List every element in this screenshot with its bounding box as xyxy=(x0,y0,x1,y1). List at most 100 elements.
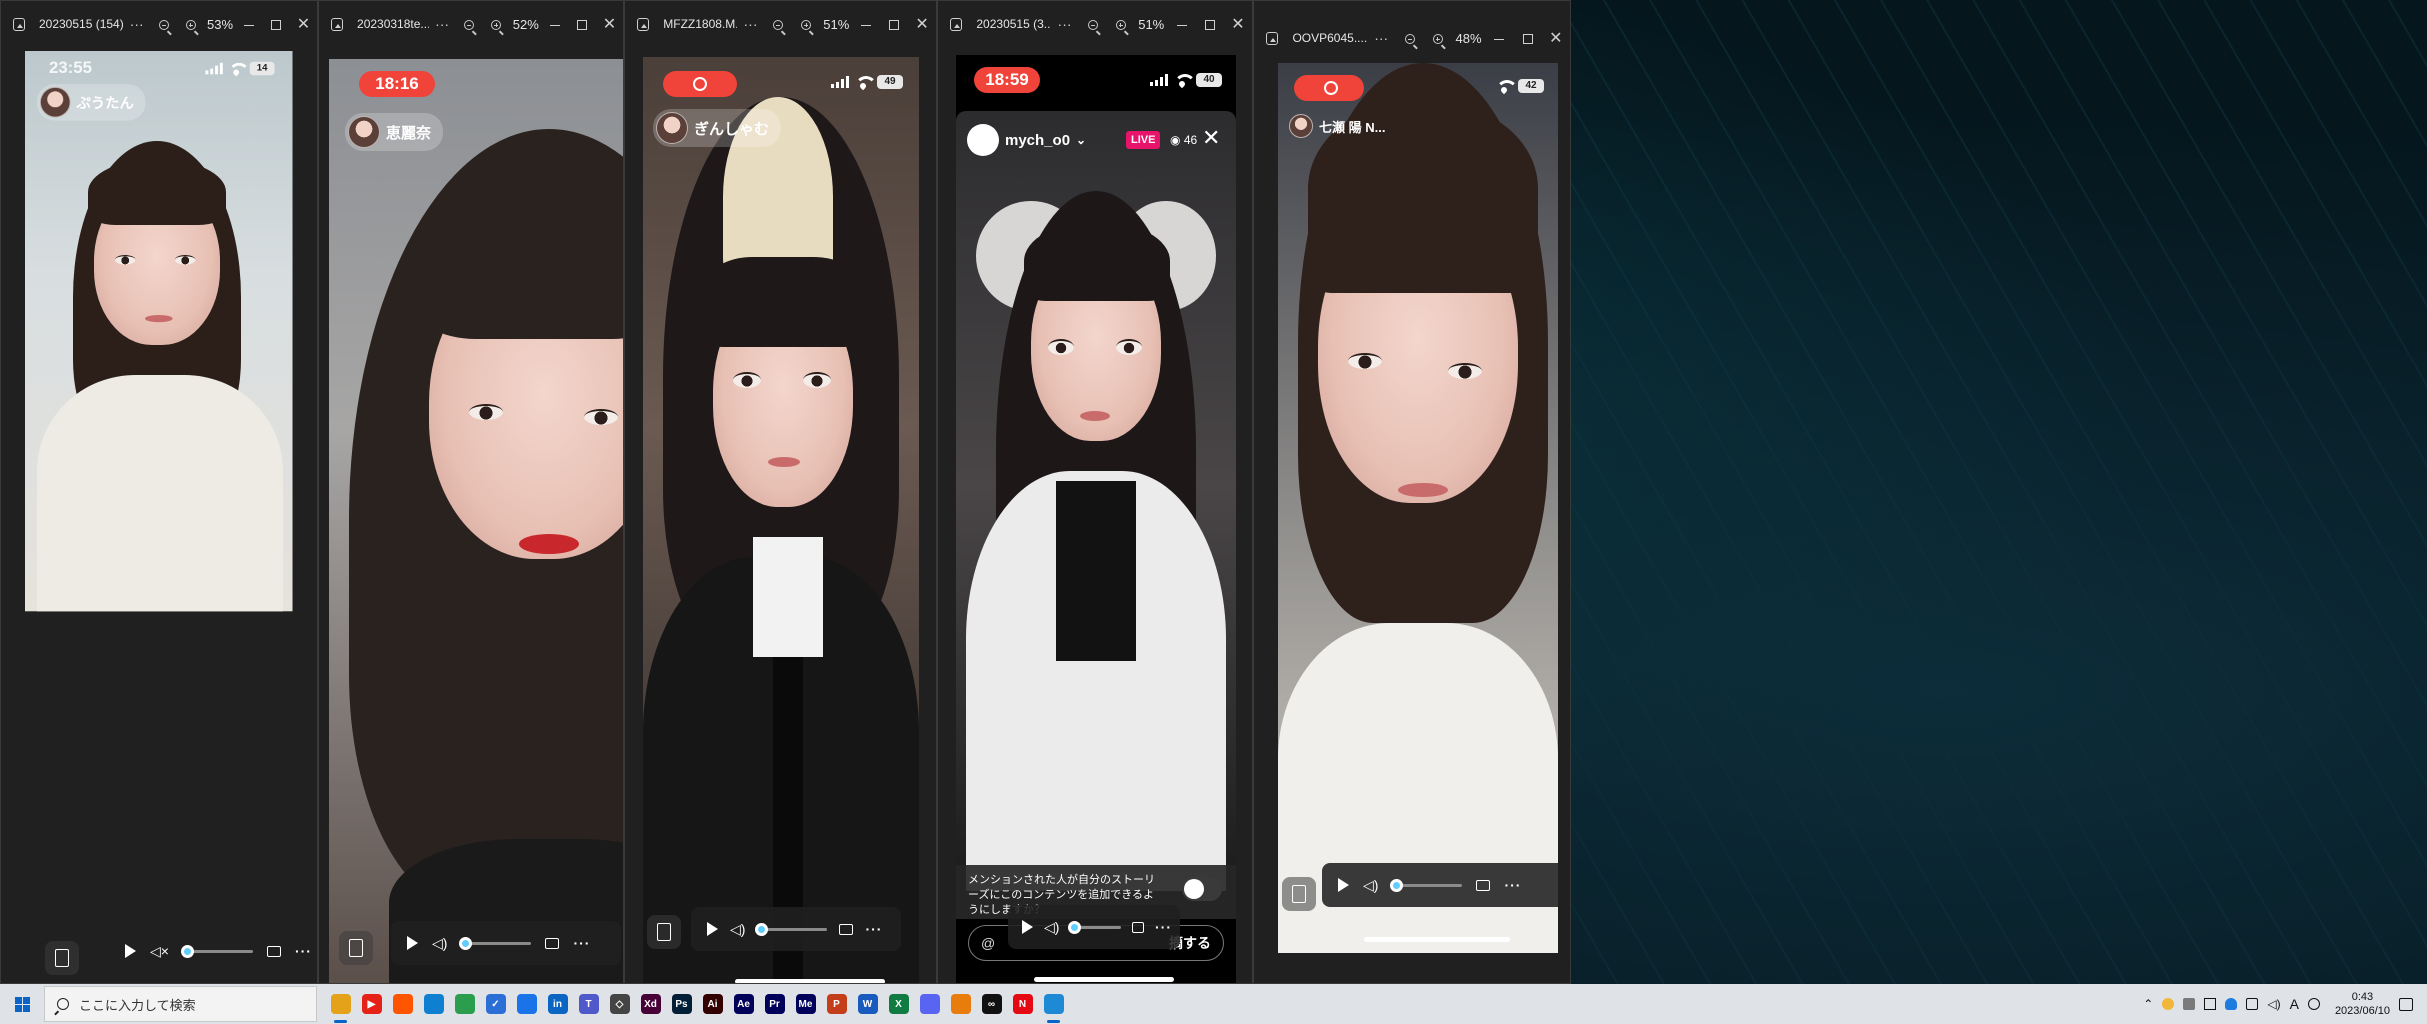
maximize-button[interactable] xyxy=(1196,16,1224,32)
mute-icon[interactable]: ◁× xyxy=(150,943,169,960)
window-titlebar[interactable]: MFZZ1808.M... ··· 51% ✕ xyxy=(625,1,936,47)
more-icon[interactable]: ··· xyxy=(295,943,312,959)
user-chip[interactable]: ぷうたん xyxy=(37,84,146,121)
taskbar-app-soundcloud[interactable] xyxy=(387,984,418,1024)
taskbar-app-chrome[interactable] xyxy=(449,984,480,1024)
window-titlebar[interactable]: 20230515 (154).... ··· 53% ✕ xyxy=(1,1,317,47)
more-options-button[interactable]: ··· xyxy=(1367,30,1395,46)
zoom-out-button[interactable] xyxy=(456,16,483,32)
seek-knob[interactable] xyxy=(1068,920,1082,934)
taskbar-app-premiere[interactable]: Pr xyxy=(759,984,790,1024)
user-chip[interactable]: 七瀬 陽 N... xyxy=(1286,111,1397,141)
taskbar-app-illustrator[interactable]: Ai xyxy=(697,984,728,1024)
chevron-up-icon[interactable]: ⌃ xyxy=(2143,997,2153,1011)
taskbar-app-excel[interactable]: X xyxy=(883,984,914,1024)
taskbar-app-unity[interactable]: ◇ xyxy=(604,984,635,1024)
maximize-button[interactable] xyxy=(569,16,596,32)
zoom-in-button[interactable] xyxy=(483,16,510,32)
playlist-icon[interactable] xyxy=(647,915,681,949)
more-options-button[interactable]: ··· xyxy=(1050,16,1078,32)
taskbar-app-powerpoint[interactable]: P xyxy=(821,984,852,1024)
volume-icon[interactable]: ◁) xyxy=(730,921,745,938)
media-controls[interactable]: ◁× ··· xyxy=(109,929,317,973)
close-button[interactable]: ✕ xyxy=(1542,28,1570,48)
subtitles-icon[interactable] xyxy=(1131,921,1144,933)
network-icon[interactable] xyxy=(2246,998,2259,1010)
photo-viewer-window-3[interactable]: MFZZ1808.M... ··· 51% ✕ 49 ぎん xyxy=(624,0,937,984)
display-icon[interactable] xyxy=(2204,998,2217,1010)
zoom-in-button[interactable] xyxy=(1107,16,1135,32)
taskbar-app-youtube[interactable]: ▶ xyxy=(356,984,387,1024)
more-options-button[interactable]: ··· xyxy=(123,16,150,32)
more-options-button[interactable]: ··· xyxy=(429,16,456,32)
taskbar-search-box[interactable]: ここに入力して検索 xyxy=(44,986,317,1022)
taskbar-app-after-effects[interactable]: Ae xyxy=(728,984,759,1024)
user-chip[interactable]: ぎんしゃむ xyxy=(653,109,782,147)
maximize-button[interactable] xyxy=(1513,30,1541,46)
media-controls[interactable]: ◁) ··· xyxy=(1322,863,1568,907)
seek-knob[interactable] xyxy=(459,936,473,950)
minimize-button[interactable] xyxy=(542,16,569,32)
seek-slider[interactable] xyxy=(1068,920,1121,934)
seek-slider[interactable] xyxy=(459,936,532,950)
close-button[interactable]: ✕ xyxy=(1224,14,1252,34)
zoom-out-button[interactable] xyxy=(1395,30,1423,46)
subtitles-icon[interactable] xyxy=(545,937,560,949)
photo-viewer-window-1[interactable]: 20230515 (154).... ··· 53% ✕ 23:55 14 ぷう… xyxy=(0,0,318,984)
seek-knob[interactable] xyxy=(180,944,194,958)
minimize-button[interactable] xyxy=(852,16,880,32)
maximize-button[interactable] xyxy=(263,16,290,32)
play-icon[interactable] xyxy=(1022,920,1033,934)
zoom-in-button[interactable] xyxy=(1424,30,1452,46)
taskbar-app-discord[interactable] xyxy=(914,984,945,1024)
close-button[interactable]: ✕ xyxy=(290,14,317,34)
taskbar-app-blender[interactable] xyxy=(945,984,976,1024)
close-button[interactable]: ✕ xyxy=(596,14,623,34)
subtitles-icon[interactable] xyxy=(1476,879,1491,891)
zoom-in-button[interactable] xyxy=(177,16,204,32)
seek-slider[interactable] xyxy=(180,944,253,958)
play-icon[interactable] xyxy=(1338,878,1349,892)
notification-icon[interactable] xyxy=(2399,997,2413,1011)
subtitles-icon[interactable] xyxy=(839,923,854,935)
playlist-icon[interactable] xyxy=(1282,877,1316,911)
photo-viewer-window-5[interactable]: OOVP6045.... ··· 48% ✕ 42 七瀬 陽 N... ◁) ·… xyxy=(1253,0,1571,984)
minimize-button[interactable] xyxy=(236,16,263,32)
zoom-out-button[interactable] xyxy=(150,16,177,32)
input-method-icon[interactable] xyxy=(2307,998,2320,1010)
share-toggle[interactable] xyxy=(1182,877,1222,901)
user-chip[interactable]: mych_o0 ⌄ xyxy=(964,121,1098,159)
zoom-in-button[interactable] xyxy=(792,16,820,32)
window-titlebar[interactable]: 20230515 (3... ··· 51% ✕ xyxy=(938,1,1252,47)
maximize-button[interactable] xyxy=(880,16,908,32)
zoom-out-button[interactable] xyxy=(764,16,792,32)
taskbar-app-netflix[interactable]: N xyxy=(1007,984,1038,1024)
taskbar-app-edge[interactable] xyxy=(418,984,449,1024)
seek-knob[interactable] xyxy=(1390,878,1404,892)
taskbar-app-capcut[interactable]: ∞ xyxy=(976,984,1007,1024)
media-controls[interactable]: ◁) ··· xyxy=(1008,905,1180,949)
playlist-icon[interactable] xyxy=(45,941,79,975)
more-options-button[interactable]: ··· xyxy=(737,16,765,32)
more-icon[interactable]: ··· xyxy=(573,935,590,951)
more-icon[interactable]: ··· xyxy=(1504,877,1521,893)
app-tray-icon[interactable] xyxy=(2183,998,2196,1010)
ime-indicator[interactable]: A xyxy=(2290,996,2299,1012)
close-button[interactable]: ✕ xyxy=(908,14,936,34)
start-button[interactable] xyxy=(0,984,44,1024)
volume-icon[interactable]: ◁) xyxy=(432,935,447,952)
minimize-button[interactable] xyxy=(1168,16,1196,32)
media-controls[interactable]: ◁) ··· xyxy=(691,907,901,951)
volume-icon[interactable]: ◁) xyxy=(1363,877,1378,894)
taskbar-app-word[interactable]: W xyxy=(852,984,883,1024)
user-chip[interactable]: 恵麗奈 xyxy=(345,113,444,151)
play-icon[interactable] xyxy=(707,922,718,936)
seek-slider[interactable] xyxy=(1390,878,1463,892)
zoom-out-button[interactable] xyxy=(1079,16,1107,32)
cloud-icon[interactable] xyxy=(2225,998,2238,1010)
taskbar-app-teams[interactable]: T xyxy=(573,984,604,1024)
more-icon[interactable]: ··· xyxy=(1155,919,1172,935)
play-icon[interactable] xyxy=(407,936,418,950)
play-icon[interactable] xyxy=(125,944,136,958)
window-titlebar[interactable]: 20230318te... ··· 52% ✕ xyxy=(319,1,623,47)
